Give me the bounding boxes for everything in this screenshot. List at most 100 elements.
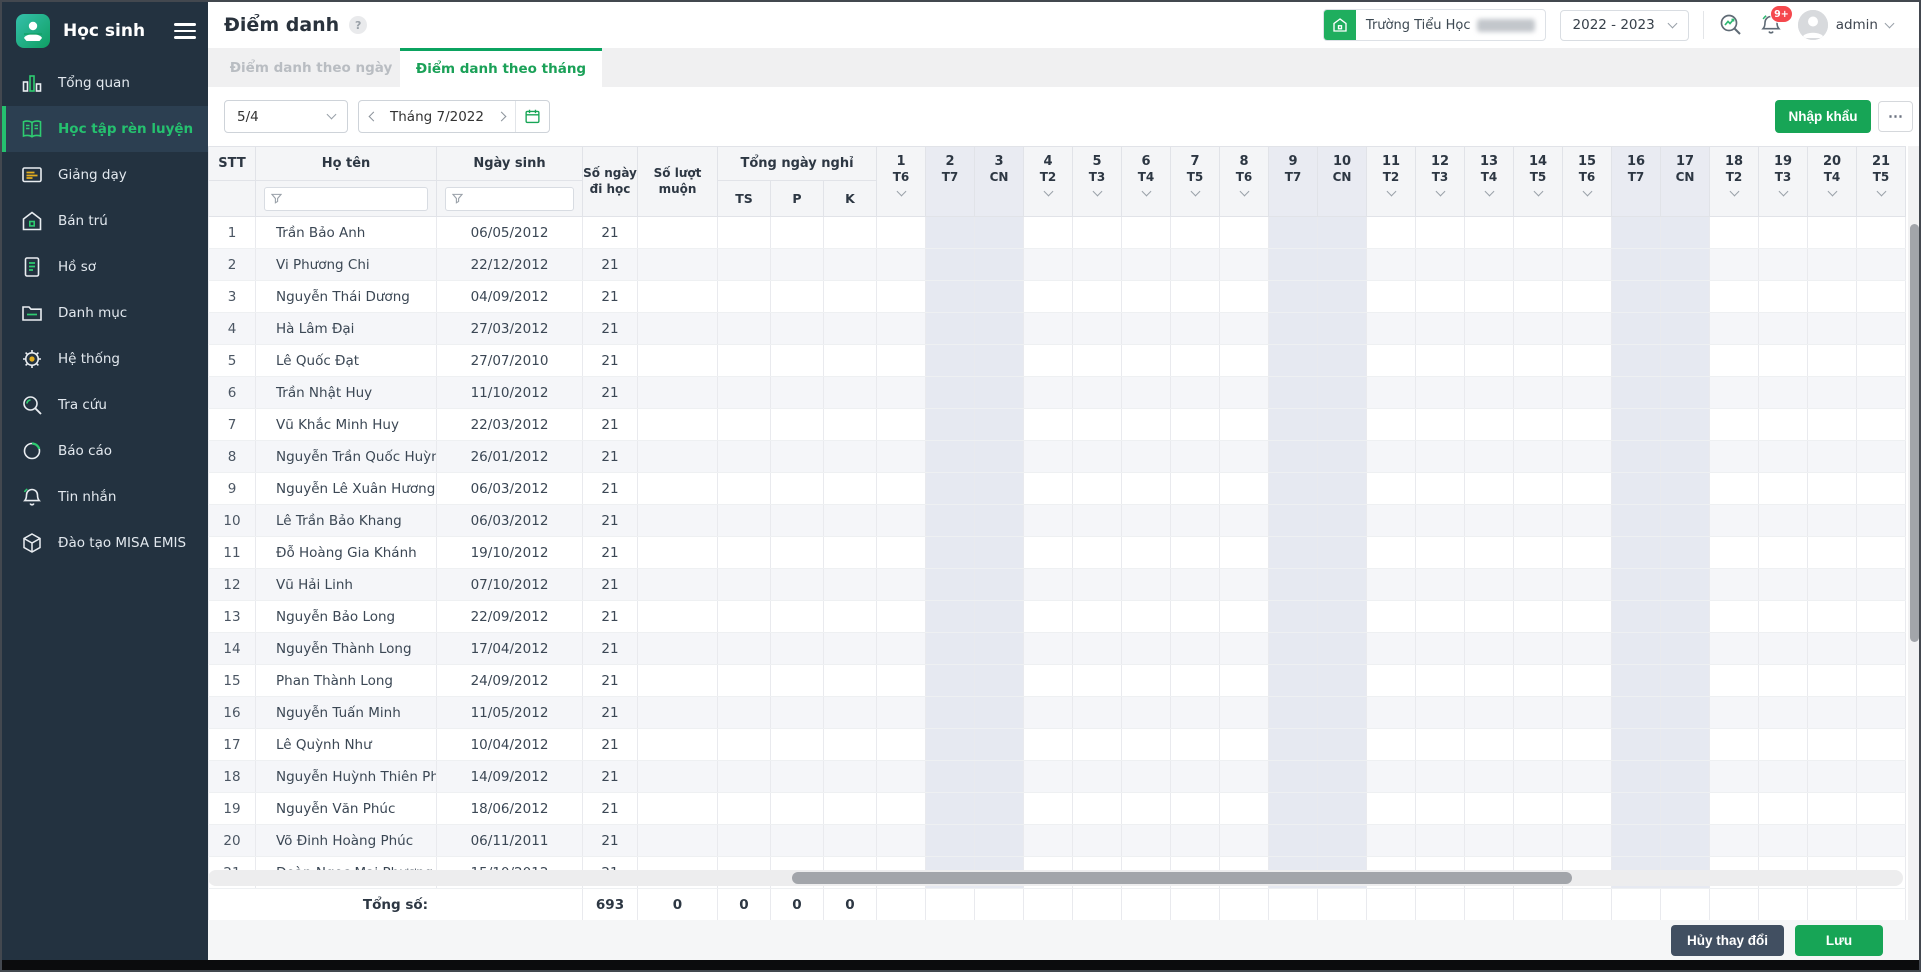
menu-toggle-icon[interactable] xyxy=(174,19,196,43)
attendance-cell-day-10[interactable] xyxy=(1317,344,1367,377)
attendance-cell-day-4[interactable] xyxy=(1023,216,1073,249)
attendance-cell-day-6[interactable] xyxy=(1121,280,1171,313)
attendance-cell-day-18[interactable] xyxy=(1709,696,1759,729)
attendance-cell-day-5[interactable] xyxy=(1072,760,1122,793)
sidebar-item-danh-muc[interactable]: Danh mục xyxy=(2,290,208,336)
attendance-cell-day-6[interactable] xyxy=(1121,344,1171,377)
attendance-cell-day-8[interactable] xyxy=(1219,600,1269,633)
attendance-cell-day-1[interactable] xyxy=(876,504,926,537)
attendance-cell-day-17[interactable] xyxy=(1660,248,1710,281)
attendance-cell-day-17[interactable] xyxy=(1660,312,1710,345)
attendance-cell-day-4[interactable] xyxy=(1023,280,1073,313)
school-selector[interactable]: Trường Tiểu Học xyxy=(1322,9,1546,41)
attendance-cell-day-9[interactable] xyxy=(1268,728,1318,761)
attendance-cell-day-13[interactable] xyxy=(1464,728,1514,761)
attendance-cell-day-15[interactable] xyxy=(1562,568,1612,601)
sidebar-item--ao-tao-misa-emis[interactable]: Đào tạo MISA EMIS xyxy=(2,520,208,566)
attendance-cell-day-2[interactable] xyxy=(925,536,975,569)
attendance-cell-day-20[interactable] xyxy=(1807,536,1857,569)
attendance-cell-day-8[interactable] xyxy=(1219,824,1269,857)
attendance-cell-day-3[interactable] xyxy=(974,280,1024,313)
attendance-cell-day-5[interactable] xyxy=(1072,696,1122,729)
attendance-cell-day-19[interactable] xyxy=(1758,568,1808,601)
attendance-cell-day-17[interactable] xyxy=(1660,472,1710,505)
attendance-cell-day-21[interactable] xyxy=(1856,248,1906,281)
help-icon[interactable]: ? xyxy=(349,16,368,34)
prev-month-button[interactable] xyxy=(359,101,387,132)
attendance-cell-day-7[interactable] xyxy=(1170,280,1220,313)
attendance-cell-day-15[interactable] xyxy=(1562,728,1612,761)
attendance-cell-day-21[interactable] xyxy=(1856,792,1906,825)
attendance-cell-day-3[interactable] xyxy=(974,600,1024,633)
attendance-cell-day-15[interactable] xyxy=(1562,408,1612,441)
attendance-cell-day-10[interactable] xyxy=(1317,376,1367,409)
attendance-cell-day-18[interactable] xyxy=(1709,568,1759,601)
next-month-button[interactable] xyxy=(487,101,515,132)
day-column-header-3[interactable]: 3 CN xyxy=(974,146,1024,217)
attendance-cell-day-17[interactable] xyxy=(1660,792,1710,825)
analytics-search-icon[interactable] xyxy=(1718,12,1744,38)
attendance-cell-day-20[interactable] xyxy=(1807,280,1857,313)
attendance-cell-day-18[interactable] xyxy=(1709,824,1759,857)
attendance-cell-day-6[interactable] xyxy=(1121,536,1171,569)
attendance-cell-day-9[interactable] xyxy=(1268,344,1318,377)
attendance-cell-day-4[interactable] xyxy=(1023,632,1073,665)
day-column-header-21[interactable]: 21 T5 xyxy=(1856,146,1906,217)
attendance-cell-day-5[interactable] xyxy=(1072,728,1122,761)
attendance-cell-day-9[interactable] xyxy=(1268,536,1318,569)
sidebar-item-ho-so[interactable]: Hồ sơ xyxy=(2,244,208,290)
attendance-cell-day-14[interactable] xyxy=(1513,600,1563,633)
attendance-cell-day-5[interactable] xyxy=(1072,472,1122,505)
attendance-cell-day-10[interactable] xyxy=(1317,216,1367,249)
attendance-cell-day-21[interactable] xyxy=(1856,696,1906,729)
attendance-cell-day-8[interactable] xyxy=(1219,408,1269,441)
attendance-cell-day-17[interactable] xyxy=(1660,504,1710,537)
attendance-cell-day-15[interactable] xyxy=(1562,792,1612,825)
attendance-cell-day-11[interactable] xyxy=(1366,632,1416,665)
attendance-cell-day-2[interactable] xyxy=(925,696,975,729)
attendance-cell-day-5[interactable] xyxy=(1072,568,1122,601)
attendance-cell-day-5[interactable] xyxy=(1072,664,1122,697)
calendar-icon[interactable] xyxy=(515,101,549,132)
attendance-cell-day-12[interactable] xyxy=(1415,696,1465,729)
attendance-cell-day-10[interactable] xyxy=(1317,792,1367,825)
attendance-cell-day-2[interactable] xyxy=(925,664,975,697)
attendance-cell-day-16[interactable] xyxy=(1611,568,1661,601)
save-button[interactable]: Lưu xyxy=(1795,925,1883,956)
attendance-cell-day-14[interactable] xyxy=(1513,376,1563,409)
attendance-cell-day-19[interactable] xyxy=(1758,216,1808,249)
attendance-cell-day-19[interactable] xyxy=(1758,632,1808,665)
attendance-cell-day-8[interactable] xyxy=(1219,280,1269,313)
attendance-cell-day-2[interactable] xyxy=(925,280,975,313)
attendance-cell-day-3[interactable] xyxy=(974,344,1024,377)
attendance-cell-day-9[interactable] xyxy=(1268,472,1318,505)
day-column-header-10[interactable]: 10 CN xyxy=(1317,146,1367,217)
attendance-cell-day-14[interactable] xyxy=(1513,568,1563,601)
sidebar-item-hoc-tap-ren-luyen[interactable]: Học tập rèn luyện xyxy=(2,106,208,152)
attendance-cell-day-1[interactable] xyxy=(876,568,926,601)
attendance-cell-day-21[interactable] xyxy=(1856,760,1906,793)
attendance-cell-day-16[interactable] xyxy=(1611,344,1661,377)
attendance-cell-day-4[interactable] xyxy=(1023,248,1073,281)
attendance-cell-day-15[interactable] xyxy=(1562,664,1612,697)
attendance-cell-day-1[interactable] xyxy=(876,472,926,505)
attendance-cell-day-19[interactable] xyxy=(1758,600,1808,633)
vertical-scrollbar-thumb[interactable] xyxy=(1910,224,1919,642)
day-column-header-2[interactable]: 2 T7 xyxy=(925,146,975,217)
attendance-cell-day-7[interactable] xyxy=(1170,728,1220,761)
attendance-cell-day-6[interactable] xyxy=(1121,600,1171,633)
attendance-cell-day-1[interactable] xyxy=(876,760,926,793)
day-column-header-14[interactable]: 14 T5 xyxy=(1513,146,1563,217)
attendance-cell-day-14[interactable] xyxy=(1513,280,1563,313)
attendance-cell-day-13[interactable] xyxy=(1464,536,1514,569)
attendance-cell-day-5[interactable] xyxy=(1072,536,1122,569)
attendance-cell-day-12[interactable] xyxy=(1415,376,1465,409)
attendance-cell-day-2[interactable] xyxy=(925,440,975,473)
attendance-cell-day-16[interactable] xyxy=(1611,472,1661,505)
attendance-cell-day-18[interactable] xyxy=(1709,376,1759,409)
attendance-cell-day-16[interactable] xyxy=(1611,536,1661,569)
attendance-cell-day-12[interactable] xyxy=(1415,344,1465,377)
attendance-cell-day-21[interactable] xyxy=(1856,728,1906,761)
attendance-cell-day-4[interactable] xyxy=(1023,824,1073,857)
attendance-cell-day-21[interactable] xyxy=(1856,632,1906,665)
